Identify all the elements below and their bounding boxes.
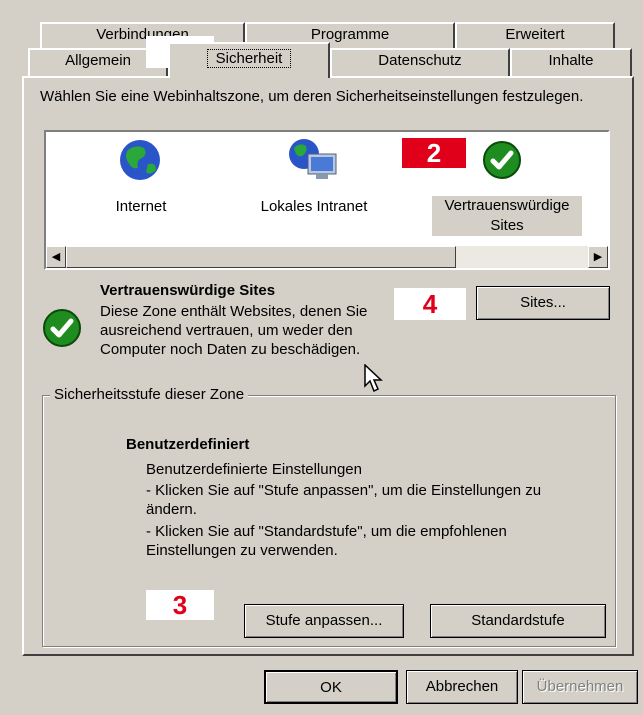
trusted-check-icon [483, 141, 521, 179]
globe-icon [120, 140, 160, 180]
custom-level-button[interactable]: Stufe anpassen... [244, 604, 404, 638]
scroll-right-button[interactable]: ▶ [588, 246, 608, 268]
zone-list[interactable]: Internet Lokales Intranet Vertrauenswürd… [44, 130, 610, 270]
mouse-cursor-icon [364, 364, 383, 393]
security-level-line1: Benutzerdefinierte Einstellungen [146, 461, 362, 478]
ok-button[interactable]: OK [264, 670, 398, 704]
tab-inhalte[interactable]: Inhalte [510, 48, 632, 76]
annotation-4: 4 [394, 288, 466, 320]
default-level-button[interactable]: Standardstufe [430, 604, 606, 638]
tab-erweitert[interactable]: Erweitert [455, 22, 615, 48]
annotation-3: 3 [146, 590, 214, 620]
tab-datenschutz[interactable]: Datenschutz [330, 48, 510, 76]
annotation-2: 2 [402, 138, 466, 168]
zone-item-internet[interactable]: Internet [86, 138, 196, 228]
cancel-button[interactable]: Abbrechen [406, 670, 518, 704]
trusted-zone-check-icon [43, 309, 81, 347]
scroll-left-button[interactable]: ◀ [46, 246, 66, 268]
horizontal-scrollbar[interactable]: ◀ ▶ [46, 246, 608, 268]
zone-label: Internet [115, 198, 167, 215]
sites-button[interactable]: Sites... [476, 286, 610, 320]
scroll-thumb[interactable] [66, 246, 456, 268]
zone-instruction: Wählen Sie eine Webinhaltszone, um deren… [40, 88, 584, 105]
zone-info-title: Vertrauenswürdige Sites [100, 282, 276, 299]
security-level-title: Benutzerdefiniert [126, 436, 250, 453]
tab-sicherheit[interactable]: Sicherheit [168, 42, 330, 78]
security-level-group-label: Sicherheitsstufe dieser Zone [50, 386, 249, 403]
zone-label: Lokales Intranet [260, 198, 368, 215]
tab-sicherheit-label: Sicherheit [206, 49, 292, 68]
security-level-line2: - Klicken Sie auf "Stufe anpassen", um d… [146, 482, 542, 518]
apply-button: Übernehmen [522, 670, 638, 704]
intranet-icon [289, 139, 337, 179]
security-level-line3: - Klicken Sie auf "Standardstufe", um di… [146, 523, 507, 559]
zone-info-description: Diese Zone enthält Websites, denen Sie a… [100, 303, 368, 358]
zone-item-intranet[interactable]: Lokales Intranet [244, 138, 384, 228]
zone-label-selected: Vertrauenswürdige Sites [432, 196, 582, 236]
